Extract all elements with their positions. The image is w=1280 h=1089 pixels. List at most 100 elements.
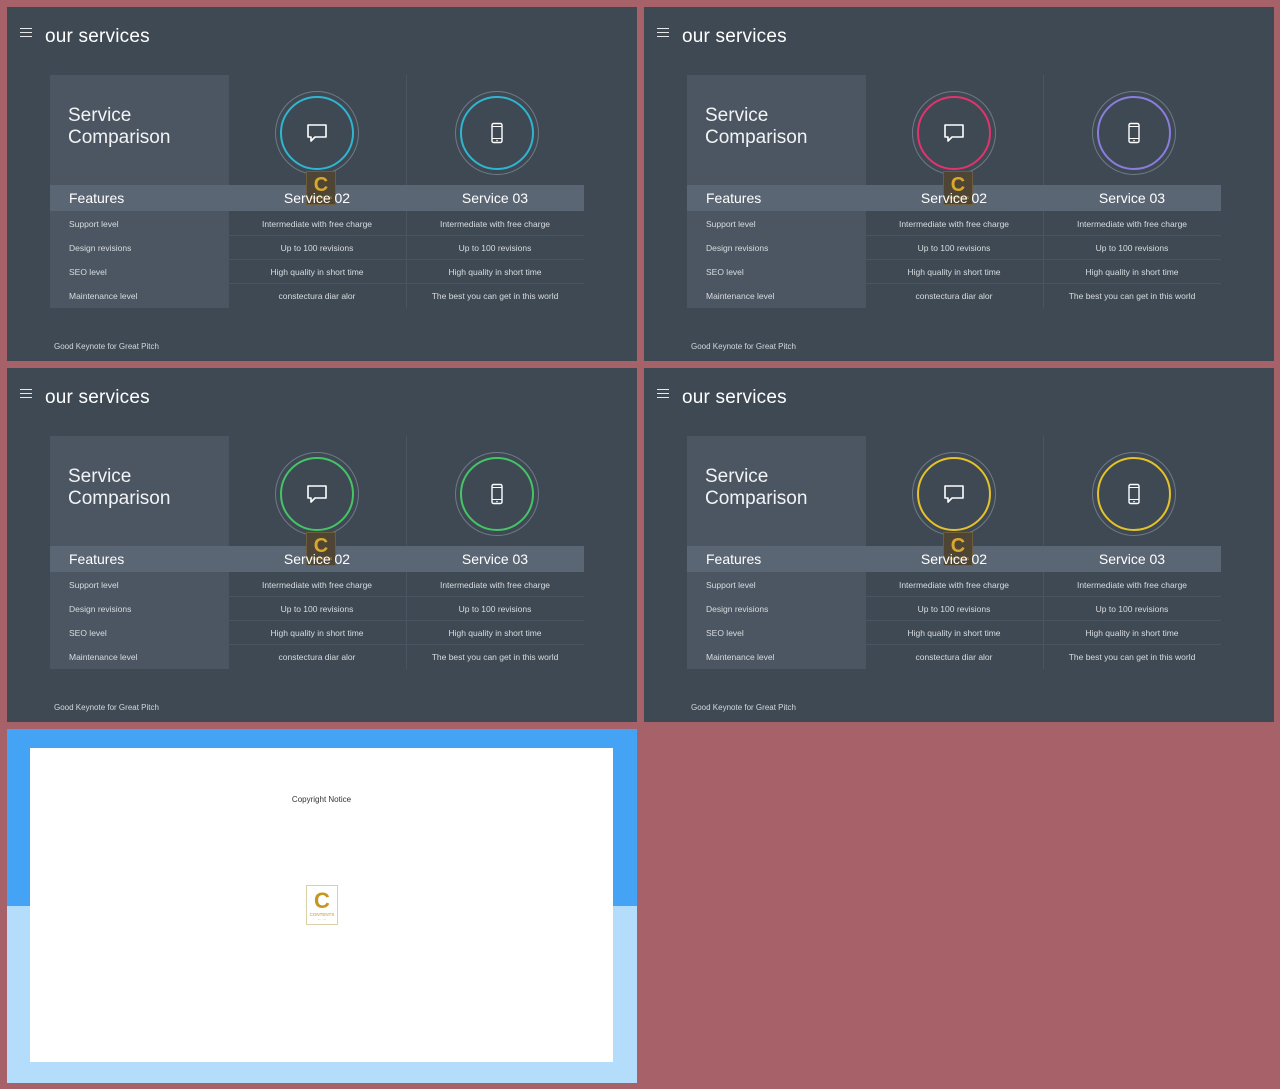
table-row: Maintenance level constectura diar alor Th… xyxy=(50,645,584,669)
table-row: Support level Intermediate with free char… xyxy=(687,573,1221,597)
mobile-phone-icon xyxy=(1128,122,1140,144)
service02-icon-ring xyxy=(912,91,996,175)
header-features: Features xyxy=(706,190,762,206)
mobile-phone-icon xyxy=(491,483,503,505)
slide-title: our services xyxy=(682,387,787,408)
service03-value: Intermediate with free charge xyxy=(439,580,551,590)
service03-value: High quality in short time xyxy=(1085,628,1179,638)
logo-letter: C xyxy=(314,888,330,913)
feature-name: Support level xyxy=(706,580,756,590)
menu-icon[interactable] xyxy=(20,26,32,38)
service02-value: High quality in short time xyxy=(907,267,1001,277)
comparison-title: Service Comparison xyxy=(705,105,807,149)
service03-value: The best you can get in this world xyxy=(431,291,559,301)
copyright-slide[interactable]: Copyright Notice C CONTENTS — · — xyxy=(7,729,637,1083)
table-row: SEO level High quality in short time High … xyxy=(687,260,1221,284)
service03-value: Up to 100 revisions xyxy=(458,604,532,614)
footer-tagline: Good Keynote for Great Pitch xyxy=(691,342,796,351)
service02-value: constectura diar alor xyxy=(278,291,356,301)
chat-bubble-icon xyxy=(307,124,327,142)
service03-icon-ring xyxy=(455,452,539,536)
service03-value: High quality in short time xyxy=(448,628,542,638)
comparison-title: Service Comparison xyxy=(68,105,170,149)
service-slide[interactable]: our services Service Comparison C CONTENTS Fe… xyxy=(7,368,637,722)
comparison-title-line1: Service xyxy=(68,105,132,126)
menu-icon[interactable] xyxy=(657,387,669,399)
feature-name: Maintenance level xyxy=(706,291,775,301)
table-row: Support level Intermediate with free char… xyxy=(50,212,584,236)
table-row: Design revisions Up to 100 revisions Up to… xyxy=(50,236,584,260)
table-row: Design revisions Up to 100 revisions Up to… xyxy=(687,236,1221,260)
header-service03: Service 03 xyxy=(461,190,529,206)
service02-value: constectura diar alor xyxy=(915,291,993,301)
feature-name: SEO level xyxy=(69,267,107,277)
feature-name: Maintenance level xyxy=(69,291,138,301)
mobile-phone-icon xyxy=(1128,483,1140,505)
feature-name: Design revisions xyxy=(706,243,769,253)
chat-bubble-icon xyxy=(944,124,964,142)
service02-value: High quality in short time xyxy=(270,267,364,277)
menu-icon[interactable] xyxy=(20,387,32,399)
service02-value: Up to 100 revisions xyxy=(917,243,991,253)
mobile-phone-icon xyxy=(491,122,503,144)
chat-bubble-icon xyxy=(307,485,327,503)
service02-value: Intermediate with free charge xyxy=(898,219,1010,229)
service-slide[interactable]: our services Service Comparison C CONTENTS Fe… xyxy=(7,7,637,361)
service03-value: Intermediate with free charge xyxy=(1076,219,1188,229)
header-service02: Service 02 xyxy=(283,190,351,206)
menu-icon[interactable] xyxy=(657,26,669,38)
service03-icon-ring xyxy=(1092,91,1176,175)
feature-name: SEO level xyxy=(706,267,744,277)
service03-value: Up to 100 revisions xyxy=(1095,243,1169,253)
logo-subtext: — · — xyxy=(317,917,327,921)
comparison-title: Service Comparison xyxy=(68,466,170,510)
feature-name: Maintenance level xyxy=(69,652,138,662)
comparison-table: Service Comparison C CONTENTS Features Servic… xyxy=(50,436,584,669)
service02-value: constectura diar alor xyxy=(915,652,993,662)
service03-value: High quality in short time xyxy=(1085,267,1179,277)
header-service03: Service 03 xyxy=(461,551,529,567)
service03-value: The best you can get in this world xyxy=(431,652,559,662)
comparison-title-line2: Comparison xyxy=(68,127,171,148)
header-features: Features xyxy=(69,190,125,206)
table-row: SEO level High quality in short time High … xyxy=(687,621,1221,645)
service03-value: High quality in short time xyxy=(448,267,542,277)
comparison-title-line2: Comparison xyxy=(705,488,808,509)
slide-title: our services xyxy=(682,26,787,47)
feature-name: SEO level xyxy=(706,628,744,638)
service02-value: Up to 100 revisions xyxy=(280,604,354,614)
service03-icon-ring xyxy=(1092,452,1176,536)
service03-value: Up to 100 revisions xyxy=(458,243,532,253)
table-row: Maintenance level constectura diar alor Th… xyxy=(687,284,1221,308)
service02-value: Up to 100 revisions xyxy=(917,604,991,614)
service02-icon-ring xyxy=(275,452,359,536)
service02-value: constectura diar alor xyxy=(278,652,356,662)
comparison-table: Service Comparison C CONTENTS Features Servic… xyxy=(50,75,584,308)
feature-name: Design revisions xyxy=(69,243,132,253)
service-slide[interactable]: our services Service Comparison C CONTENTS Fe… xyxy=(644,7,1274,361)
service03-value: Intermediate with free charge xyxy=(1076,580,1188,590)
table-row: Design revisions Up to 100 revisions Up to… xyxy=(50,597,584,621)
feature-name: Support level xyxy=(69,219,119,229)
table-row: Support level Intermediate with free char… xyxy=(687,212,1221,236)
table-row: Support level Intermediate with free char… xyxy=(50,573,584,597)
comparison-title-line2: Comparison xyxy=(705,127,808,148)
service03-value: The best you can get in this world xyxy=(1068,652,1196,662)
service02-value: Intermediate with free charge xyxy=(261,580,373,590)
service02-value: High quality in short time xyxy=(270,628,364,638)
service02-icon-ring xyxy=(275,91,359,175)
header-service02: Service 02 xyxy=(920,190,988,206)
feature-name: Maintenance level xyxy=(706,652,775,662)
service03-value: Intermediate with free charge xyxy=(439,219,551,229)
feature-name: Design revisions xyxy=(69,604,132,614)
service03-value: Up to 100 revisions xyxy=(1095,604,1169,614)
footer-tagline: Good Keynote for Great Pitch xyxy=(54,703,159,712)
slide-title: our services xyxy=(45,26,150,47)
comparison-table: Service Comparison C CONTENTS Features Servic… xyxy=(687,436,1221,669)
feature-name: Support level xyxy=(69,580,119,590)
service-slide[interactable]: our services Service Comparison C CONTENTS Fe… xyxy=(644,368,1274,722)
footer-tagline: Good Keynote for Great Pitch xyxy=(54,342,159,351)
service02-value: High quality in short time xyxy=(907,628,1001,638)
service02-value: Up to 100 revisions xyxy=(280,243,354,253)
slide-title: our services xyxy=(45,387,150,408)
